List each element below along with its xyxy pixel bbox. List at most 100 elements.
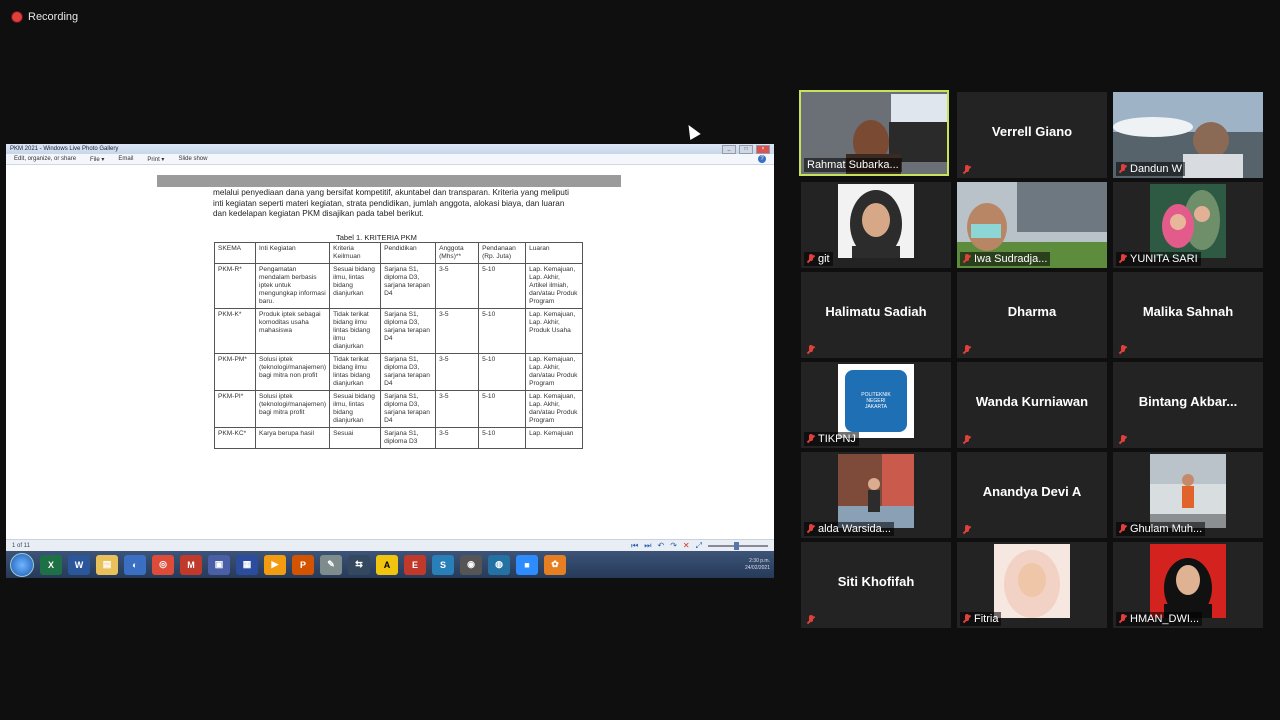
participant-label [960, 344, 974, 356]
participant-label [804, 344, 818, 356]
chrome-icon[interactable]: ◎ [152, 554, 174, 575]
participant-label [1116, 434, 1130, 446]
participant-tile[interactable]: alda Warsida... [801, 452, 951, 538]
profile-photo [838, 184, 914, 258]
recording-indicator[interactable]: Recording [12, 11, 78, 23]
participant-label [960, 434, 974, 446]
table-cell: 5-10 [478, 390, 527, 428]
zoom-slider[interactable] [708, 541, 768, 550]
table-caption: Tabel 1. KRITERIA PKM [336, 233, 417, 242]
delete-icon[interactable]: ✕ [683, 541, 690, 550]
previous-icon[interactable]: ⏮ [631, 541, 638, 551]
table-cell: 3-5 [435, 353, 480, 391]
table-cell: Lap. Kemajuan, Lap. Akhir, dan/atau Prod… [525, 390, 584, 428]
media-icon[interactable]: ◐ [124, 554, 146, 575]
participant-tile[interactable]: Fitria [957, 542, 1107, 628]
close-icon[interactable]: × [756, 144, 770, 154]
participant-tile[interactable]: Iwa Sudradja... [957, 182, 1107, 268]
system-clock[interactable]: 2:30 p.m. 24/02/2021 [745, 558, 770, 572]
participant-tile[interactable]: HMAN_DWI... [1113, 542, 1263, 628]
participant-name: Verrell Giano [991, 124, 1073, 139]
network-icon[interactable]: ⇆ [348, 554, 370, 575]
profile-photo [1150, 544, 1226, 618]
participant-tile[interactable]: git [801, 182, 951, 268]
table-cell: 5-10 [478, 308, 527, 354]
next-icon[interactable]: ⏭ [644, 541, 651, 551]
table-header: SKEMA [214, 242, 256, 264]
participant-tile[interactable]: Siti Khofifah [801, 542, 951, 628]
recording-label: Recording [28, 11, 79, 23]
profile-photo [994, 544, 1070, 618]
table-row: PKM-KC* Karya berupa hasil Sesuai Sarjan… [214, 427, 584, 449]
muted-mic-icon [1119, 164, 1127, 174]
participant-tile[interactable]: Dandun W [1113, 92, 1263, 178]
window-titlebar: PKM 2021 - Windows Live Photo Gallery _ … [6, 144, 774, 154]
participant-tile[interactable]: Halimatu Sadiah [801, 272, 951, 358]
participant-label: TIKPNJ [804, 432, 859, 446]
tools-icon[interactable]: ✎ [320, 554, 342, 575]
autocad-icon[interactable]: A [376, 554, 398, 575]
institution-logo-icon: POLITEKNIK NEGERI JAKARTA [845, 370, 907, 432]
app3-icon[interactable]: ◉ [460, 554, 482, 575]
menu-slideshow[interactable]: Slide show [178, 156, 207, 162]
window-title: PKM 2021 - Windows Live Photo Gallery [10, 146, 119, 152]
participant-tile[interactable]: YUNITA SARI [1113, 182, 1263, 268]
muted-mic-icon [807, 254, 815, 264]
powerpoint-icon[interactable]: P [292, 554, 314, 575]
menu-file[interactable]: File ▾ [90, 156, 104, 163]
rotate-right-icon[interactable]: ↷ [670, 541, 677, 550]
menu-email[interactable]: Email [118, 156, 133, 162]
participant-name: Wanda Kurniawan [975, 394, 1089, 409]
table-cell: 3-5 [435, 308, 480, 354]
page-counter: 1 of 11 [12, 542, 30, 549]
rotate-left-icon[interactable]: ↶ [657, 541, 664, 550]
criteria-table: SKEMA Inti Kegiatan Kriteria Keilmuan Pe… [214, 242, 584, 449]
minimize-icon[interactable]: _ [722, 144, 736, 154]
table-cell: Lap. Kemajuan, Lap. Akhir, Artikel ilmia… [525, 263, 584, 309]
play-icon[interactable]: ▶ [264, 554, 286, 575]
fit-icon[interactable]: ⤢ [696, 541, 702, 551]
participant-name: alda Warsida... [818, 523, 891, 535]
participant-name: Rahmat Subarka... [807, 159, 899, 171]
app-icon[interactable]: M [180, 554, 202, 575]
muted-mic-icon [963, 165, 971, 175]
clock-time: 2:30 p.m. [749, 557, 770, 564]
zoom-app-icon[interactable]: ■ [516, 554, 538, 575]
participant-tile[interactable]: Verrell Giano [957, 92, 1107, 178]
participant-tile[interactable]: Anandya Devi A [957, 452, 1107, 538]
table-row: PKM-PI* Solusi iptek (teknologi/manajeme… [214, 390, 584, 428]
maximize-icon[interactable]: □ [739, 144, 753, 154]
word-icon[interactable]: W [68, 554, 90, 575]
app4-icon[interactable]: ◍ [488, 554, 510, 575]
participant-label: git [804, 252, 833, 266]
help-icon[interactable]: ? [758, 155, 766, 163]
participant-tile[interactable]: Dharma [957, 272, 1107, 358]
folder-icon[interactable]: ▤ [96, 554, 118, 575]
excel-icon[interactable]: X [40, 554, 62, 575]
menu-edit[interactable]: Edit, organize, or share [14, 156, 76, 162]
sap-icon[interactable]: S [432, 554, 454, 575]
start-button[interactable] [10, 552, 34, 577]
table-cell: PKM-K* [214, 308, 256, 354]
participant-tile[interactable]: Rahmat Subarka... [799, 90, 949, 176]
participant-name: YUNITA SARI [1130, 253, 1198, 265]
muted-mic-icon [807, 434, 815, 444]
muted-mic-icon [963, 614, 971, 624]
etabs-icon[interactable]: E [404, 554, 426, 575]
table-header: Luaran [525, 242, 584, 264]
table-cell: PKM-R* [214, 263, 256, 309]
save-icon[interactable]: ▦ [236, 554, 258, 575]
participant-tile[interactable]: POLITEKNIK NEGERI JAKARTA TIKPNJ [801, 362, 951, 448]
participant-name: Iwa Sudradja... [974, 253, 1048, 265]
participant-tile[interactable]: Wanda Kurniawan [957, 362, 1107, 448]
menu-print[interactable]: Print ▾ [147, 156, 164, 163]
participant-tile[interactable]: Malika Sahnah [1113, 272, 1263, 358]
app2-icon[interactable]: ▣ [208, 554, 230, 575]
participant-label: Ghulam Muh... [1116, 522, 1206, 536]
viewer-status-bar: 1 of 11 ⏮ ⏭ ↶ ↷ ✕ ⤢ [6, 539, 774, 551]
participant-label: YUNITA SARI [1116, 252, 1201, 266]
participant-tile[interactable]: Ghulam Muh... [1113, 452, 1263, 538]
participant-tile[interactable]: Bintang Akbar... [1113, 362, 1263, 448]
table-header-row: SKEMA Inti Kegiatan Kriteria Keilmuan Pe… [214, 242, 584, 264]
photo-gallery-icon[interactable]: ✿ [544, 554, 566, 575]
